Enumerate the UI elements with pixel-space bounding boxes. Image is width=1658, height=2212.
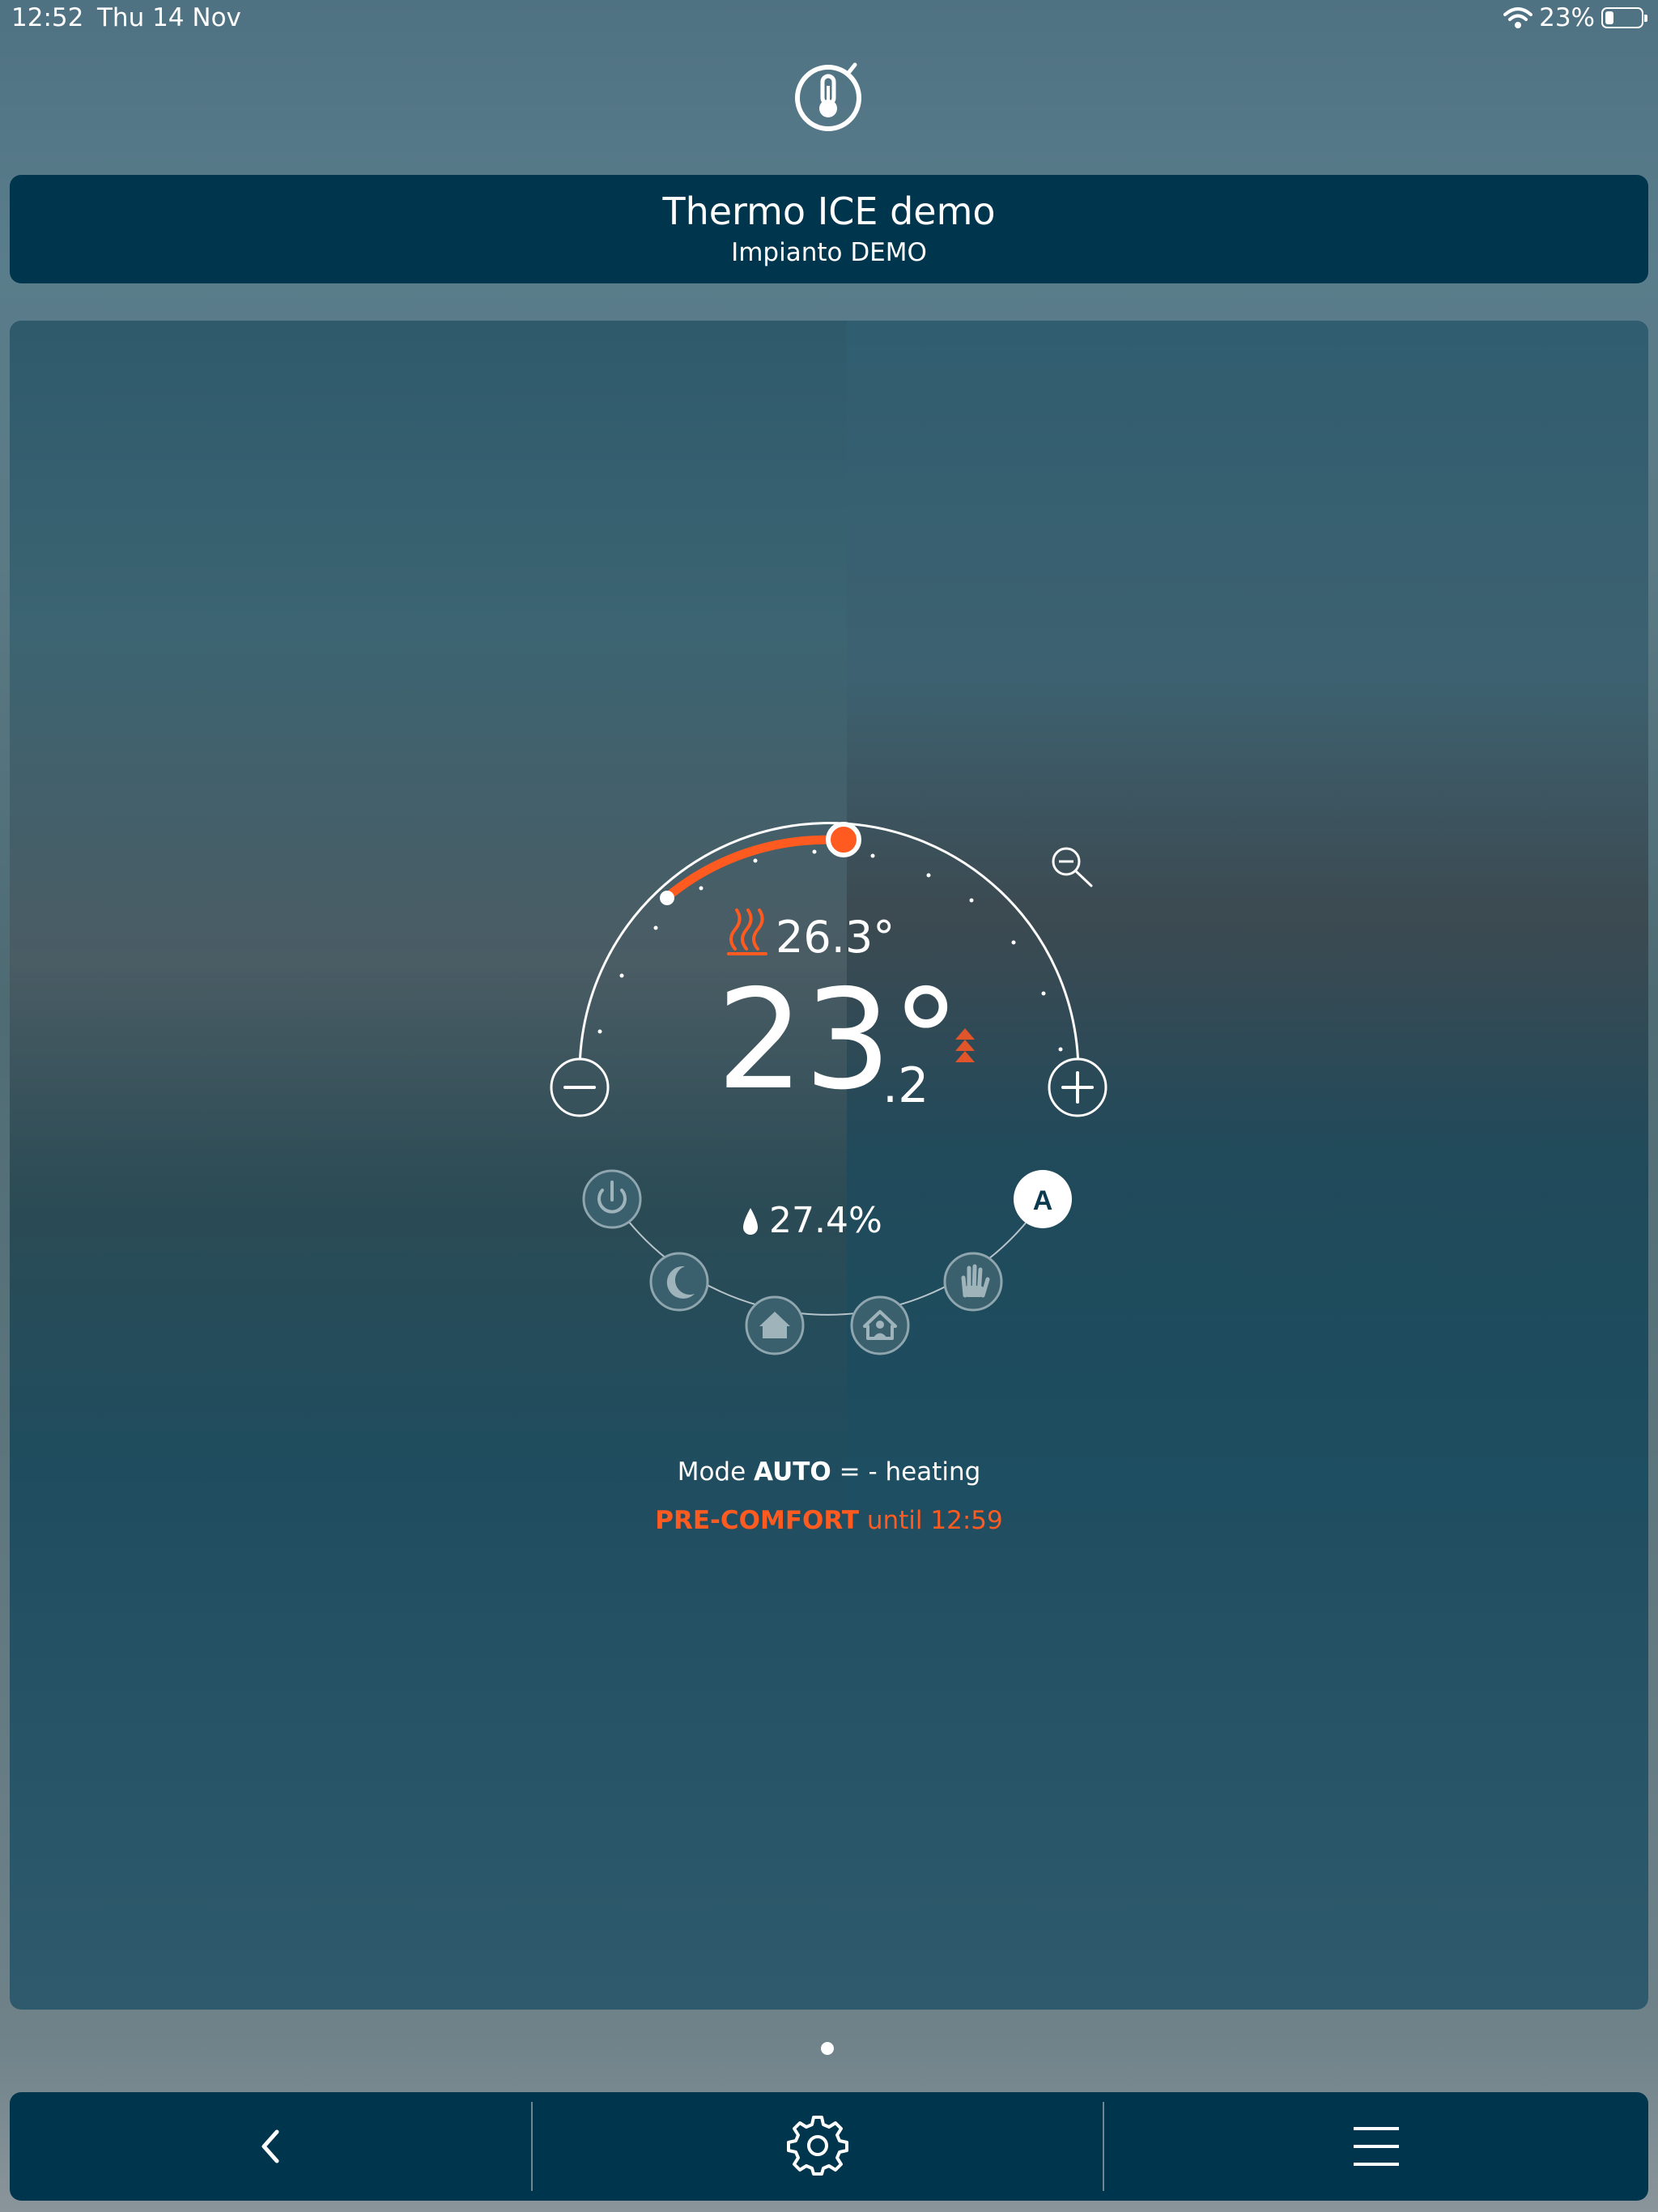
- battery-percent: 23%: [1539, 3, 1595, 32]
- mode-power-button[interactable]: [582, 1169, 642, 1229]
- page-subtitle: Impianto DEMO: [731, 238, 927, 267]
- mode-status: Mode AUTO = - heating: [0, 1457, 1658, 1487]
- humidity-value: 27.4%: [769, 1200, 882, 1241]
- panel-shade: [847, 321, 1648, 1511]
- thermometer-icon: [795, 62, 861, 131]
- bottom-toolbar: [10, 2092, 1648, 2201]
- status-date: Thu 14 Nov: [97, 3, 241, 32]
- battery-level: [1605, 11, 1613, 24]
- settings-button[interactable]: [533, 2092, 1103, 2201]
- setpoint-handle[interactable]: [826, 822, 861, 857]
- battery-icon: [1601, 7, 1647, 28]
- comfort-state: PRE-COMFORT: [655, 1506, 859, 1535]
- mode-presence-button[interactable]: [850, 1295, 910, 1355]
- comfort-until: until 12:59: [866, 1506, 1003, 1535]
- status-bar: 12:52 Thu 14 Nov 23%: [0, 0, 1658, 39]
- status-time: 12:52: [11, 3, 84, 32]
- current-temperature-decimal: .2: [882, 1057, 929, 1114]
- status-indicators: 23%: [1503, 3, 1647, 32]
- arc-start-dot: [660, 891, 674, 905]
- menu-button[interactable]: [1104, 2092, 1648, 2201]
- mode-auto-button[interactable]: A: [1014, 1170, 1072, 1228]
- mode-prefix: Mode: [677, 1457, 746, 1487]
- gear-icon: [787, 2116, 848, 2176]
- wifi-icon: [1503, 7, 1533, 28]
- mode-night-button[interactable]: [649, 1252, 709, 1312]
- heating-setpoint: 26.3°: [776, 912, 895, 963]
- mode-manual-button[interactable]: [943, 1252, 1003, 1312]
- mode-suffix: = - heating: [839, 1457, 981, 1487]
- page-title: Thermo ICE demo: [662, 189, 996, 233]
- mode-auto-label: A: [1033, 1185, 1053, 1216]
- thermostat-panel: [10, 321, 1648, 2010]
- mode-value: AUTO: [754, 1457, 831, 1487]
- title-bar: Thermo ICE demo Impianto DEMO: [10, 175, 1648, 283]
- mode-home-button[interactable]: [745, 1295, 805, 1355]
- back-button[interactable]: [10, 2092, 531, 2201]
- hamburger-menu-icon: [1354, 2127, 1399, 2166]
- comfort-status: PRE-COMFORT until 12:59: [0, 1506, 1658, 1535]
- chevron-left-icon: [261, 2129, 279, 2163]
- page-indicator[interactable]: [821, 2042, 834, 2055]
